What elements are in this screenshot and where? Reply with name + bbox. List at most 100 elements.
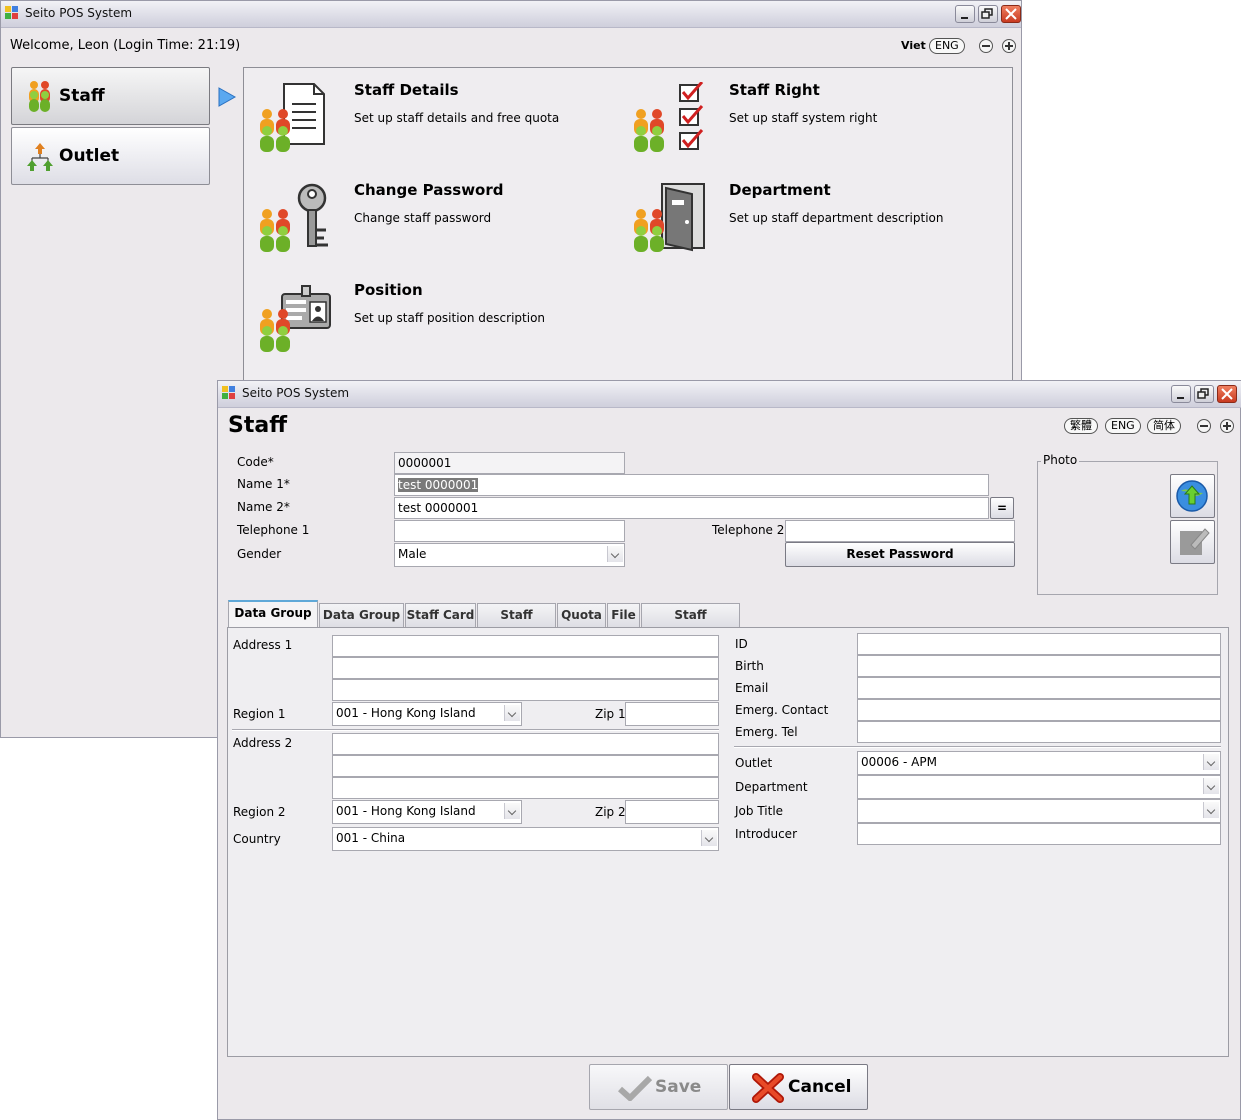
region2-select[interactable]: 001 - Hong Kong Island (332, 800, 522, 824)
zip2-field[interactable] (625, 800, 719, 824)
zoom-in-icon[interactable] (1002, 39, 1016, 53)
address1-line3[interactable] (332, 679, 719, 701)
back-window-titlebar[interactable]: Seito POS System (1, 1, 1021, 28)
id-field[interactable] (857, 633, 1221, 655)
module-staff-details-title[interactable]: Staff Details (354, 81, 459, 99)
gender-value: Male (398, 547, 427, 561)
name2-label: Name 2* (237, 500, 290, 514)
region1-select[interactable]: 001 - Hong Kong Island (332, 702, 522, 726)
tel1-field[interactable] (394, 520, 625, 542)
chevron-down-icon[interactable] (701, 830, 717, 846)
name1-field[interactable]: test 0000001 (394, 474, 989, 496)
close-button[interactable] (1217, 385, 1237, 403)
email-label: Email (735, 681, 769, 695)
lang-eng-button[interactable]: ENG (1105, 418, 1141, 434)
name1-label: Name 1* (237, 477, 290, 491)
upload-photo-button[interactable] (1170, 474, 1215, 518)
divider (734, 746, 1221, 748)
chevron-down-icon[interactable] (504, 705, 520, 721)
address1-line2[interactable] (332, 657, 719, 679)
lang-traditional-button[interactable]: 繁體 (1064, 418, 1098, 434)
code-label: Code* (237, 455, 274, 469)
country-select[interactable]: 001 - China (332, 827, 719, 851)
emerg-tel-field[interactable] (857, 721, 1221, 743)
tel2-field[interactable] (785, 520, 1015, 542)
email-field[interactable] (857, 677, 1221, 699)
tab-data-group-2[interactable]: Data Group 2 (319, 603, 404, 644)
globe-upload-icon (1176, 480, 1208, 512)
zip1-label: Zip 1 (595, 707, 626, 721)
edit-photo-button[interactable] (1170, 520, 1215, 564)
restore-button[interactable] (978, 5, 998, 23)
lang-eng-button[interactable]: ENG (929, 38, 965, 54)
minimize-button[interactable] (955, 5, 975, 23)
cancel-button[interactable]: Cancel (729, 1064, 868, 1110)
tab-staff-card[interactable]: Staff Card (405, 603, 476, 627)
check-icon (618, 1075, 652, 1101)
tab-file[interactable]: File (607, 603, 640, 627)
tab-staff-signature[interactable]: Staff Signature (641, 603, 740, 644)
module-staff-right-desc: Set up staff system right (729, 111, 878, 125)
module-staff-details-desc: Set up staff details and free quota (354, 111, 560, 125)
tab-data-group-1[interactable]: Data Group 1 (228, 600, 318, 642)
staff-details-icon[interactable] (258, 82, 332, 154)
job-title-label: Job Title (735, 804, 784, 818)
outlet-select[interactable]: 00006 - APM (857, 751, 1221, 775)
department-icon[interactable] (632, 182, 708, 254)
job-title-select[interactable] (857, 799, 1221, 823)
tab-quota[interactable]: Quota (557, 603, 606, 627)
birth-field[interactable] (857, 655, 1221, 677)
staff-group-icon (29, 81, 50, 112)
zip1-field[interactable] (625, 702, 719, 726)
chevron-down-icon[interactable] (1203, 754, 1219, 770)
save-button[interactable]: Save (589, 1064, 728, 1110)
outlet-value: 00006 - APM (861, 755, 937, 769)
emerg-tel-label: Emerg. Tel (735, 725, 798, 739)
address2-line1[interactable] (332, 733, 719, 755)
window-title: Seito POS System (242, 386, 350, 400)
module-staff-right-title[interactable]: Staff Right (729, 81, 820, 99)
nav-staff-button[interactable]: Staff (11, 67, 210, 125)
module-department-title[interactable]: Department (729, 181, 831, 199)
staff-window-titlebar[interactable]: Seito POS System (218, 381, 1241, 408)
module-position-title[interactable]: Position (354, 281, 423, 299)
restore-button[interactable] (1194, 385, 1214, 403)
chevron-down-icon[interactable] (504, 803, 520, 819)
module-department-desc: Set up staff department description (729, 211, 944, 225)
module-panel: Staff Details Set up staff details and f… (243, 67, 1013, 397)
gender-select[interactable]: Male (394, 543, 625, 567)
department-label: Department (735, 780, 808, 794)
name2-field[interactable]: test 0000001 (394, 497, 989, 519)
reset-password-button[interactable]: Reset Password (785, 542, 1015, 567)
department-select[interactable] (857, 775, 1221, 799)
outlet-label: Outlet (735, 756, 773, 770)
chevron-down-icon[interactable] (1203, 778, 1219, 794)
emerg-contact-label: Emerg. Contact (735, 703, 829, 717)
code-field[interactable]: 0000001 (394, 452, 625, 474)
zoom-in-icon[interactable] (1220, 419, 1234, 433)
address2-line3[interactable] (332, 777, 719, 799)
change-password-icon[interactable] (258, 182, 332, 254)
chevron-down-icon[interactable] (1203, 802, 1219, 818)
address2-line2[interactable] (332, 755, 719, 777)
window-title: Seito POS System (25, 6, 133, 20)
emerg-contact-field[interactable] (857, 699, 1221, 721)
tab-staff-rights[interactable]: Staff Rights (477, 603, 556, 644)
lang-viet[interactable]: Viet (901, 39, 926, 52)
copy-name-button[interactable]: = (990, 497, 1014, 519)
chevron-down-icon[interactable] (607, 546, 623, 562)
lang-simplified-button[interactable]: 简体 (1147, 418, 1181, 434)
address1-line1[interactable] (332, 635, 719, 657)
id-label: ID (735, 637, 748, 651)
module-change-password-title[interactable]: Change Password (354, 181, 504, 199)
gender-label: Gender (237, 547, 282, 561)
save-label: Save (655, 1077, 702, 1097)
zoom-out-icon[interactable] (1197, 419, 1211, 433)
close-button[interactable] (1001, 5, 1021, 23)
position-icon[interactable] (258, 282, 334, 354)
introducer-field[interactable] (857, 823, 1221, 845)
staff-right-icon[interactable] (632, 82, 708, 154)
zoom-out-icon[interactable] (979, 39, 993, 53)
nav-outlet-button[interactable]: Outlet (11, 127, 210, 185)
minimize-button[interactable] (1171, 385, 1191, 403)
